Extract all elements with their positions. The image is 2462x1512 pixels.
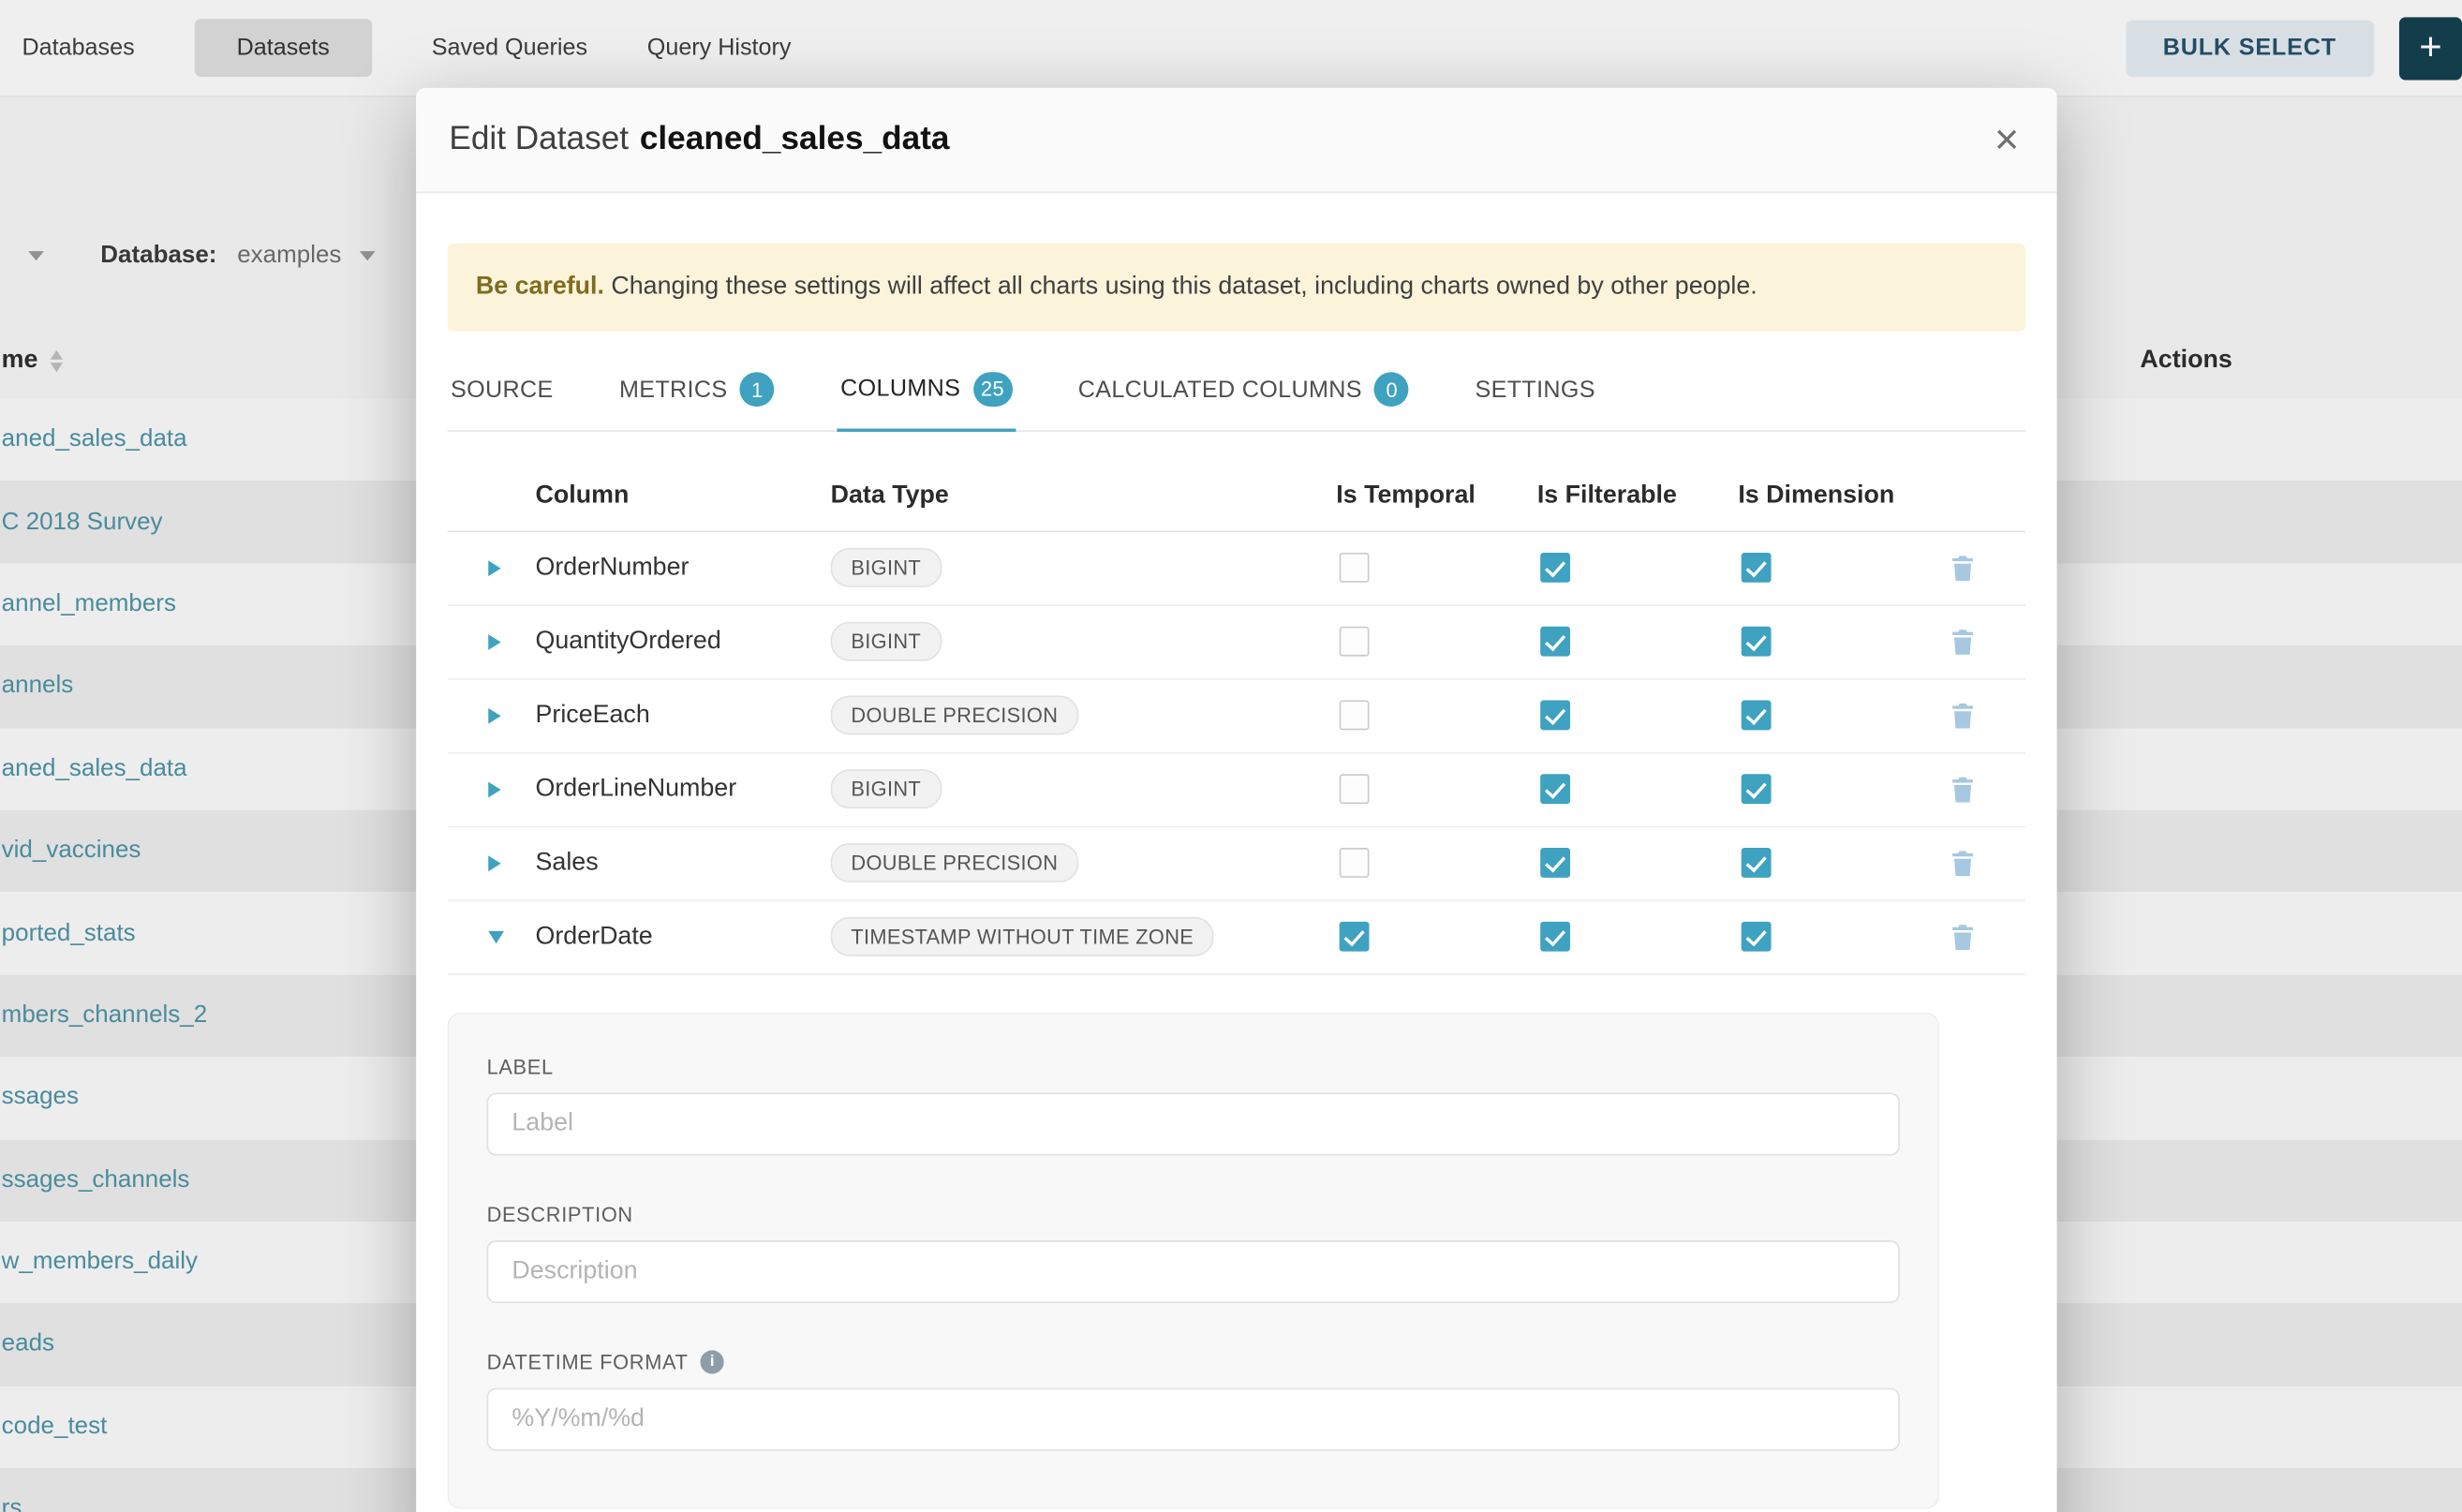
column-row: OrderDateTIMESTAMP WITHOUT TIME ZONE — [448, 900, 2025, 974]
delete-icon[interactable] — [1951, 629, 1973, 654]
datetime-format-field-label: DATETIME FORMAT i — [487, 1350, 1900, 1373]
column-header: Column — [536, 482, 831, 511]
is-filterable-checkbox[interactable] — [1540, 922, 1570, 952]
datetime-format-input[interactable] — [487, 1387, 1900, 1450]
is-filterable-checkbox[interactable] — [1540, 848, 1570, 878]
modal-title: Edit Dataset cleaned_sales_data — [449, 121, 949, 158]
description-input[interactable] — [487, 1239, 1900, 1302]
close-icon[interactable]: × — [1995, 119, 2019, 161]
is-temporal-checkbox[interactable] — [1340, 774, 1370, 804]
viewport: Database: examples me Actions aned_sales… — [0, 0, 2462, 1512]
data-type-header: Data Type — [831, 482, 1337, 511]
delete-icon[interactable] — [1951, 556, 1973, 581]
tab-settings[interactable]: SETTINGS — [1472, 352, 1598, 429]
modal-title-prefix: Edit Dataset — [449, 121, 629, 158]
datetime-format-label-text: DATETIME FORMAT — [487, 1350, 689, 1373]
modal-header: Edit Dataset cleaned_sales_data × — [416, 88, 2056, 193]
data-type-pill: DOUBLE PRECISION — [831, 696, 1078, 735]
column-name: QuantityOrdered — [536, 628, 831, 656]
data-type-pill: BIGINT — [831, 622, 942, 661]
info-icon[interactable]: i — [701, 1350, 724, 1373]
tab-label: COLUMNS — [840, 376, 960, 402]
columns-table: Column Data Type Is Temporal Is Filterab… — [448, 463, 2025, 974]
delete-icon[interactable] — [1951, 851, 1973, 876]
column-name: OrderNumber — [536, 554, 831, 582]
column-row: SalesDOUBLE PRECISION — [448, 827, 2025, 901]
is-dimension-checkbox[interactable] — [1742, 627, 1772, 657]
column-name: OrderLineNumber — [536, 775, 831, 803]
is-filterable-checkbox[interactable] — [1540, 701, 1570, 731]
column-row: PriceEachDOUBLE PRECISION — [448, 679, 2025, 753]
warning-banner-text: Changing these settings will affect all … — [604, 274, 1758, 300]
delete-icon[interactable] — [1951, 777, 1973, 802]
expand-caret-icon[interactable] — [488, 781, 500, 797]
label-input[interactable] — [487, 1092, 1900, 1155]
is-temporal-checkbox[interactable] — [1340, 627, 1370, 657]
column-row: QuantityOrderedBIGINT — [448, 605, 2025, 679]
data-type-pill: BIGINT — [831, 548, 942, 587]
tab-count-badge: 1 — [740, 372, 775, 407]
is-dimension-checkbox[interactable] — [1742, 848, 1772, 878]
description-field-label: DESCRIPTION — [487, 1202, 1900, 1225]
edit-dataset-modal: Edit Dataset cleaned_sales_data × Be car… — [416, 88, 2056, 1512]
is-dimension-checkbox[interactable] — [1742, 922, 1772, 952]
label-field-label: LABEL — [487, 1055, 1900, 1078]
tab-label: CALCULATED COLUMNS — [1078, 377, 1362, 403]
columns-table-header-row: Column Data Type Is Temporal Is Filterab… — [448, 463, 2025, 532]
warning-banner: Be careful. Changing these settings will… — [448, 244, 2025, 331]
modal-tabs: SOURCE METRICS 1 COLUMNS 25 CALCULATED COLUMN… — [448, 352, 2025, 431]
is-temporal-checkbox[interactable] — [1340, 553, 1370, 583]
delete-icon[interactable] — [1951, 703, 1973, 728]
modal-body: Be careful. Changing these settings will… — [416, 193, 2056, 1512]
label-field-group: LABEL — [487, 1055, 1900, 1155]
tab-source[interactable]: SOURCE — [448, 352, 556, 429]
collapse-caret-icon[interactable] — [488, 930, 504, 942]
is-filterable-checkbox[interactable] — [1540, 553, 1570, 583]
is-filterable-checkbox[interactable] — [1540, 774, 1570, 804]
is-dimension-checkbox[interactable] — [1742, 701, 1772, 731]
tab-label: METRICS — [619, 377, 727, 403]
is-temporal-header: Is Temporal — [1336, 482, 1537, 511]
warning-banner-bold: Be careful. — [476, 274, 604, 300]
is-dimension-header: Is Dimension — [1738, 482, 1929, 511]
datetime-format-field-group: DATETIME FORMAT i — [487, 1350, 1900, 1450]
is-filterable-header: Is Filterable — [1537, 482, 1739, 511]
data-type-pill: BIGINT — [831, 769, 942, 808]
expand-caret-icon[interactable] — [488, 633, 500, 649]
delete-icon[interactable] — [1951, 924, 1973, 949]
tab-label: SOURCE — [451, 377, 554, 403]
description-field-group: DESCRIPTION — [487, 1202, 1900, 1302]
expand-caret-icon[interactable] — [488, 707, 500, 723]
tab-count-badge: 25 — [973, 372, 1013, 407]
columns-table-rows: OrderNumberBIGINTQuantityOrderedBIGINTPr… — [448, 531, 2025, 974]
column-name: PriceEach — [536, 702, 831, 730]
is-temporal-checkbox[interactable] — [1340, 848, 1370, 878]
expand-caret-icon[interactable] — [488, 560, 500, 576]
column-row: OrderLineNumberBIGINT — [448, 753, 2025, 827]
tab-label: SETTINGS — [1476, 377, 1595, 403]
column-name: OrderDate — [536, 923, 831, 951]
data-type-pill: DOUBLE PRECISION — [831, 843, 1078, 882]
tab-columns[interactable]: COLUMNS 25 — [838, 352, 1016, 431]
tab-metrics[interactable]: METRICS 1 — [616, 352, 778, 429]
modal-title-dataset: cleaned_sales_data — [640, 121, 950, 158]
column-detail-panel: LABEL DESCRIPTION DATETIME FORMAT i — [448, 1012, 1939, 1508]
expand-caret-icon[interactable] — [488, 855, 500, 871]
is-temporal-checkbox[interactable] — [1340, 701, 1370, 731]
column-row: OrderNumberBIGINT — [448, 531, 2025, 605]
is-filterable-checkbox[interactable] — [1540, 627, 1570, 657]
tab-calculated-columns[interactable]: CALCULATED COLUMNS 0 — [1075, 352, 1412, 429]
is-dimension-checkbox[interactable] — [1742, 553, 1772, 583]
data-type-pill: TIMESTAMP WITHOUT TIME ZONE — [831, 917, 1214, 956]
is-temporal-checkbox[interactable] — [1340, 922, 1370, 952]
is-dimension-checkbox[interactable] — [1742, 774, 1772, 804]
column-name: Sales — [536, 849, 831, 877]
tab-count-badge: 0 — [1374, 372, 1409, 407]
